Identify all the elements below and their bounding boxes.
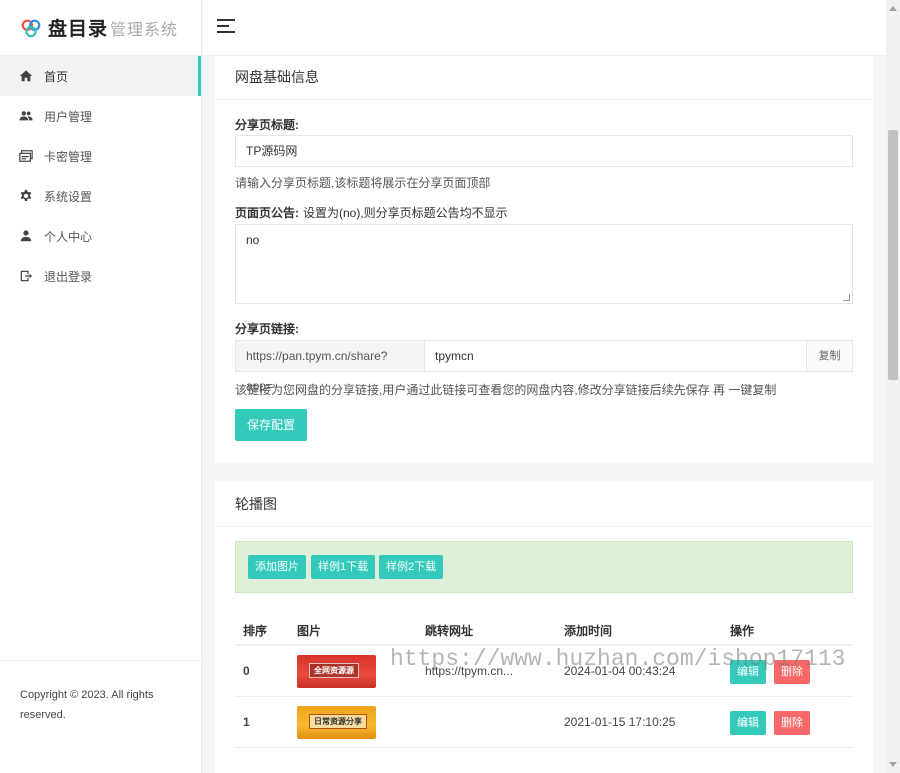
scrollbar-thumb[interactable] <box>888 130 898 380</box>
row-order: 1 <box>243 715 250 729</box>
logout-icon <box>19 269 33 283</box>
col-image: 图片 <box>297 624 322 638</box>
sidebar-item-label: 卡密管理 <box>44 149 93 164</box>
scroll-up-icon[interactable] <box>889 6 897 11</box>
notice-value: no <box>246 233 260 247</box>
sidebar-item-label: 系统设置 <box>44 189 93 204</box>
edit-button[interactable]: 编辑 <box>730 711 766 735</box>
sidebar-item-label: 个人中心 <box>44 229 93 244</box>
save-config-button[interactable]: 保存配置 <box>235 409 307 441</box>
share-title-label: 分享页标题: <box>235 118 299 132</box>
delete-button[interactable]: 删除 <box>774 660 810 684</box>
card-title: 轮播图 <box>215 482 873 527</box>
table-row: 0 全网资源源 https://tpym.cn... 2024-01-04 00… <box>235 646 853 697</box>
sidebar: 盘目录 管理系统 首页 用户管理 卡密管理 系统设置 个人中心 退出登录 Cop… <box>0 0 202 773</box>
thumbnail-text: 全网资源源 <box>309 663 359 678</box>
row-time: 2024-01-04 00:43:24 <box>564 664 676 678</box>
menu-toggle-icon[interactable] <box>217 19 235 33</box>
row-time: 2021-01-15 17:10:25 <box>564 715 676 729</box>
topbar <box>203 0 900 56</box>
share-link-label: 分享页链接: <box>235 322 299 336</box>
cards-icon <box>19 149 33 163</box>
share-title-help: 请输入分享页标题,该标题将展示在分享页面顶部 <box>235 176 491 190</box>
col-time: 添加时间 <box>564 624 613 638</box>
logo-subtitle: 管理系统 <box>110 21 179 39</box>
sidebar-item-label: 首页 <box>44 69 69 84</box>
sidebar-item-label: 用户管理 <box>44 109 93 124</box>
add-image-button[interactable]: 添加图片 <box>248 555 306 579</box>
logo[interactable]: 盘目录 管理系统 <box>0 0 201 56</box>
carousel-card: 轮播图 添加图片 样例1下载 样例2下载 排序 图片 跳转网址 添加时间 操作 … <box>215 482 873 773</box>
sidebar-item-cards[interactable]: 卡密管理 <box>0 136 201 176</box>
toolbar-alert: 添加图片 样例1下载 样例2下载 <box>235 541 853 593</box>
gear-icon <box>19 189 33 203</box>
row-url: https://tpym.cn... <box>425 664 514 678</box>
users-icon <box>19 109 33 123</box>
basic-settings-card: 网盘基础信息 分享页标题: TP源码网 请输入分享页标题,该标题将展示在分享页面… <box>215 56 873 462</box>
scroll-down-icon[interactable] <box>889 762 897 767</box>
banner-thumbnail[interactable]: 日常资源分享 <box>297 706 376 739</box>
share-title-input[interactable]: TP源码网 <box>235 135 853 167</box>
thumbnail-text: 日常资源分享 <box>309 714 367 729</box>
notice-hint: 设置为(no),则分享页标题公告均不显示 <box>303 206 508 220</box>
sidebar-nav: 首页 用户管理 卡密管理 系统设置 个人中心 退出登录 <box>0 56 201 296</box>
copyright: Copyright © 2023. All rights reserved. <box>0 660 201 773</box>
sample2-download-button[interactable]: 样例2下载 <box>379 555 444 579</box>
sidebar-item-settings[interactable]: 系统设置 <box>0 176 201 216</box>
table-header: 排序 图片 跳转网址 添加时间 操作 <box>235 612 853 646</box>
page-scrollbar[interactable] <box>886 0 900 773</box>
share-link-input[interactable]: tpymcn <box>425 341 806 371</box>
notice-label: 页面页公告: 设置为(no),则分享页标题公告均不显示 <box>235 204 508 221</box>
user-icon <box>19 229 33 243</box>
sidebar-item-users[interactable]: 用户管理 <box>0 96 201 136</box>
sidebar-item-logout[interactable]: 退出登录 <box>0 256 201 296</box>
logo-icon <box>21 19 41 37</box>
row-order: 0 <box>243 664 250 678</box>
copy-button[interactable]: 复制 <box>806 341 852 371</box>
col-order: 排序 <box>243 624 268 638</box>
sidebar-item-label: 退出登录 <box>44 269 93 284</box>
banner-thumbnail[interactable]: 全网资源源 <box>297 655 376 688</box>
table-row: 1 日常资源分享 2021-01-15 17:10:25 编辑 删除 <box>235 697 853 748</box>
col-actions: 操作 <box>730 624 755 638</box>
delete-button[interactable]: 删除 <box>774 711 810 735</box>
share-link-group: https://pan.tpym.cn/share?app= tpymcn 复制 <box>235 340 853 393</box>
share-link-help: 该链接为您网盘的分享链接,用户通过此链接可查看您的网盘内容,修改分享链接后续先保… <box>235 383 777 397</box>
notice-textarea[interactable]: no <box>235 224 853 304</box>
carousel-table: 排序 图片 跳转网址 添加时间 操作 0 全网资源源 https://tpym.… <box>235 612 853 748</box>
share-link-prefix: https://pan.tpym.cn/share?app= <box>236 341 425 393</box>
card-title: 网盘基础信息 <box>215 56 873 100</box>
logo-title: 盘目录 <box>48 19 109 40</box>
notice-label-text: 页面页公告: <box>235 206 299 220</box>
col-url: 跳转网址 <box>425 624 474 638</box>
edit-button[interactable]: 编辑 <box>730 660 766 684</box>
sample1-download-button[interactable]: 样例1下载 <box>311 555 376 579</box>
sidebar-item-home[interactable]: 首页 <box>0 56 201 96</box>
home-icon <box>19 69 33 83</box>
sidebar-item-profile[interactable]: 个人中心 <box>0 216 201 256</box>
resize-grip-icon[interactable] <box>843 294 850 301</box>
